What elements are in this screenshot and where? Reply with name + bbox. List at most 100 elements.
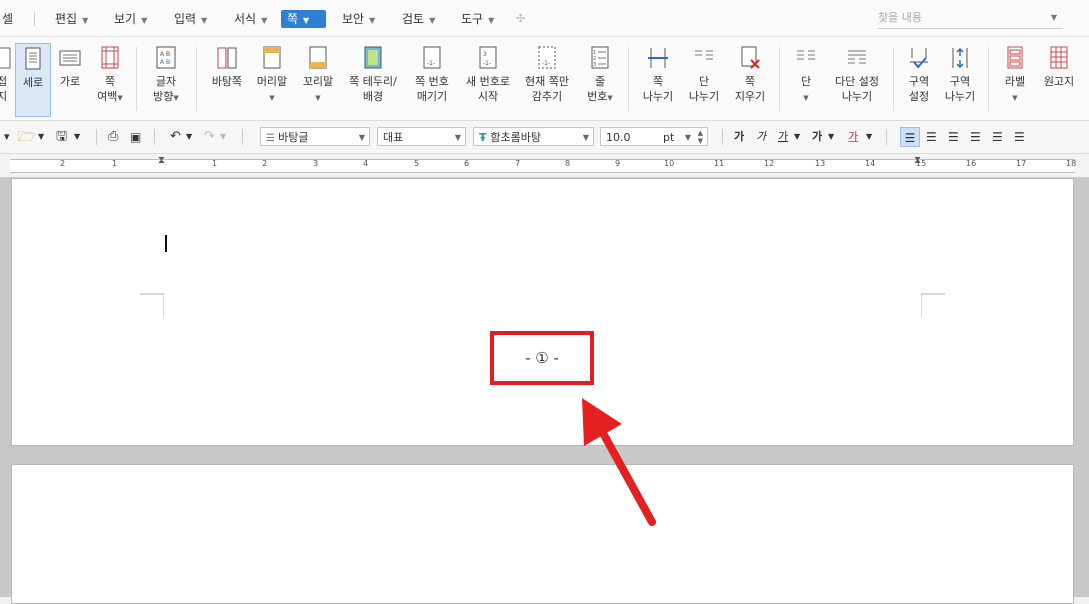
menu-item-view[interactable]: 보기 ▼ bbox=[108, 10, 153, 28]
chevron-down-icon: ▼ bbox=[429, 16, 436, 25]
page-number-button[interactable]: -1- 쪽 번호 매기기 bbox=[408, 43, 456, 117]
menu-item-security[interactable]: 보안 ▼ bbox=[336, 10, 381, 28]
print-preview-icon[interactable]: ▣ bbox=[130, 127, 141, 147]
toolbar-separator bbox=[154, 129, 155, 145]
page-number-text[interactable]: - ① - bbox=[525, 349, 559, 367]
indent-marker-icon[interactable]: ⧗ bbox=[158, 155, 165, 166]
search-input[interactable]: 찾을 내용 ▼ bbox=[878, 8, 1063, 29]
print-icon[interactable]: ⎙ bbox=[108, 127, 118, 147]
font-select[interactable]: Ŧ 함초롬바탕 ▼ bbox=[473, 127, 594, 146]
multi-column-button[interactable]: 다단 설정 나누기 bbox=[829, 43, 885, 117]
align-right-icon[interactable]: ☰ bbox=[970, 127, 981, 147]
svg-text:A B: A B bbox=[160, 51, 170, 58]
menu-label: 검토 bbox=[402, 12, 425, 26]
save-icon[interactable]: 🖫 bbox=[56, 127, 67, 147]
master-page-button[interactable]: 바탕쪽 bbox=[205, 43, 249, 117]
svg-text:-1-: -1- bbox=[427, 60, 435, 67]
column-break-icon bbox=[695, 50, 713, 60]
menu-item-review[interactable]: 검토 ▼ bbox=[396, 10, 441, 28]
caret-down-icon[interactable]: ▾ bbox=[4, 127, 10, 147]
style-select[interactable]: ☰ 바탕글 ▼ bbox=[260, 127, 370, 146]
portrait-button[interactable]: 세로 bbox=[15, 43, 51, 117]
label-button[interactable]: 라벨 ▼ bbox=[996, 43, 1034, 117]
align-center-icon[interactable]: ☰ bbox=[948, 127, 959, 147]
section-break-button[interactable]: 구역 나누기 bbox=[940, 43, 980, 117]
page-margin-button[interactable]: 쪽 여백▼ bbox=[92, 43, 128, 117]
align-distribute-icon[interactable]: ☰ bbox=[992, 127, 1003, 147]
menu-item-insert[interactable]: 입력 ▼ bbox=[168, 10, 213, 28]
chevron-down-icon[interactable]: ▼ bbox=[74, 127, 80, 147]
document-area[interactable]: - ① - bbox=[0, 178, 1089, 604]
page-break-button[interactable]: 쪽 나누기 bbox=[637, 43, 679, 117]
toolbar-separator bbox=[886, 129, 887, 145]
document-page-2[interactable] bbox=[11, 464, 1074, 604]
font-color-button[interactable]: 가 bbox=[848, 127, 858, 147]
extension-icon[interactable]: ✣ bbox=[516, 12, 525, 25]
ruler-number: 18 bbox=[1066, 159, 1077, 168]
ribbon-label: 원고지 bbox=[1043, 75, 1075, 88]
ribbon-label: 접 bbox=[0, 75, 8, 88]
ribbon-label: 지 bbox=[0, 90, 8, 103]
page-number-highlight: - ① - bbox=[490, 331, 594, 385]
header-button[interactable]: 머리말 ▼ bbox=[251, 43, 293, 117]
column-break-button[interactable]: 단 나누기 bbox=[683, 43, 725, 117]
ruler-number: 12 bbox=[764, 159, 775, 168]
ribbon-label: 가로 bbox=[59, 75, 81, 88]
menu-item-page[interactable]: 쪽 ▼ bbox=[281, 10, 326, 28]
menu-item-edit[interactable]: 편집 ▼ bbox=[49, 10, 94, 28]
ribbon: 접 지 세로 가로 쪽 여백▼ A BA B 글자 방향▼ 바탕쪽 머리말 ▼ … bbox=[0, 37, 1089, 121]
undo-icon[interactable]: ↶ bbox=[170, 127, 181, 147]
new-number-button[interactable]: 3 -1- 새 번호로 시작 bbox=[460, 43, 516, 117]
align-left-icon[interactable]: ☰ bbox=[926, 127, 937, 147]
align-divide-icon[interactable]: ☰ bbox=[1014, 127, 1025, 147]
column-button[interactable]: 단 ▼ bbox=[786, 43, 826, 117]
chevron-down-icon[interactable]: ▼ bbox=[828, 127, 834, 147]
ruler-number: 5 bbox=[414, 159, 420, 168]
chevron-down-icon[interactable]: ▼ bbox=[38, 127, 44, 147]
font-size-input[interactable]: 10.0 pt ▼ ▲ ▼ bbox=[600, 127, 708, 146]
menu-item-format[interactable]: 서식 ▼ bbox=[228, 10, 273, 28]
ribbon-cutoff-button[interactable]: 접 지 bbox=[0, 43, 12, 117]
landscape-button[interactable]: 가로 bbox=[53, 43, 87, 117]
ribbon-label: 쪽 테두리/ bbox=[349, 75, 397, 88]
font-size-unit: pt bbox=[663, 131, 675, 144]
text-direction-button[interactable]: A BA B 글자 방향▼ bbox=[144, 43, 188, 117]
manuscript-paper-button[interactable]: 원고지 bbox=[1036, 43, 1082, 117]
chevron-down-icon[interactable]: ▼ bbox=[866, 127, 872, 147]
language-select[interactable]: 대표 ▼ bbox=[377, 127, 466, 146]
open-folder-icon[interactable]: 🗁 bbox=[18, 127, 35, 147]
chevron-down-icon[interactable]: ▼ bbox=[1051, 8, 1057, 28]
underline-button[interactable]: 가 bbox=[778, 127, 788, 147]
align-justify-button[interactable]: ☰ bbox=[900, 127, 920, 147]
footer-button[interactable]: 꼬리말 ▼ bbox=[297, 43, 339, 117]
ruler-number: 13 bbox=[815, 159, 826, 168]
line-number-button[interactable]: 123 줄 번호▼ bbox=[580, 43, 620, 117]
document-page-1[interactable]: - ① - bbox=[11, 178, 1074, 446]
bold-button[interactable]: 가 bbox=[734, 127, 744, 147]
ribbon-separator bbox=[628, 47, 629, 111]
ribbon-separator bbox=[893, 47, 894, 111]
ribbon-label: 줄 bbox=[594, 75, 606, 88]
ribbon-label: 번호 bbox=[587, 90, 608, 103]
ribbon-label: 방향 bbox=[153, 90, 174, 103]
ribbon-label: 쪽 bbox=[104, 75, 116, 88]
menu-item-cut-left[interactable]: 셀 bbox=[0, 10, 19, 28]
strikethrough-button[interactable]: 가 bbox=[812, 127, 822, 147]
ribbon-label: 단 bbox=[698, 75, 710, 88]
section-settings-button[interactable]: 구역 설정 bbox=[900, 43, 938, 117]
menu-item-tools[interactable]: 도구 ▼ bbox=[455, 10, 500, 28]
chevron-down-icon: ▼ bbox=[684, 133, 691, 142]
hide-current-page-button[interactable]: -1- 현재 쪽만 감추기 bbox=[519, 43, 575, 117]
horizontal-ruler[interactable]: 2 1 ⧗ 1 2 3 4 5 6 7 8 9 10 11 12 13 14 ⧗… bbox=[0, 154, 1089, 178]
italic-button[interactable]: 가 bbox=[756, 127, 766, 147]
chevron-down-icon[interactable]: ▼ bbox=[794, 127, 800, 147]
search-placeholder: 찾을 내용 bbox=[878, 11, 922, 24]
page-border-button[interactable]: 쪽 테두리/ 배경 bbox=[343, 43, 403, 117]
chevron-down-icon[interactable]: ▼ bbox=[186, 127, 192, 147]
chevron-down-icon[interactable]: ▼ bbox=[220, 127, 226, 147]
stepper-icon[interactable]: ▲ ▼ bbox=[698, 129, 703, 145]
ruler-number: 3 bbox=[313, 159, 319, 168]
landscape-page-icon bbox=[59, 50, 81, 66]
redo-icon[interactable]: ↷ bbox=[204, 127, 215, 147]
delete-page-button[interactable]: 쪽 지우기 bbox=[729, 43, 771, 117]
